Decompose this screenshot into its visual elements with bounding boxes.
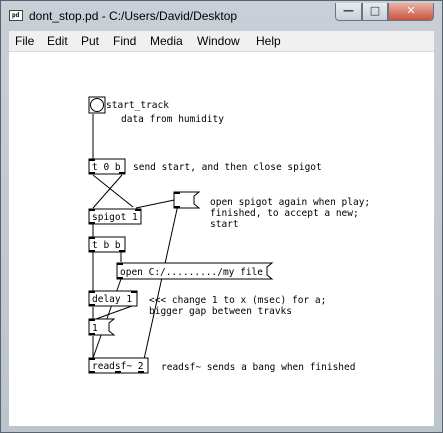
connection xyxy=(92,174,134,208)
inlet xyxy=(131,291,137,293)
comment-delay-2: bigger gap between travks xyxy=(149,306,292,317)
inlet xyxy=(89,237,95,239)
comment-open-spigot-2: finished, to accept a new; xyxy=(210,208,359,219)
comment-open-spigot-3: start xyxy=(210,219,239,230)
comment-humidity: data from humidity xyxy=(121,114,224,125)
bang-label: start_track xyxy=(106,100,169,111)
inlet xyxy=(89,319,95,321)
menu-bar: File Edit Put Find Media Window Help xyxy=(9,31,434,52)
title-bar[interactable]: pd dont_stop.pd - C:/Users/David/Desktop… xyxy=(1,1,442,31)
message-box-reopen[interactable] xyxy=(173,191,201,209)
maximize-button[interactable]: □ xyxy=(362,3,388,21)
object-trigger-0b-text: t 0 b xyxy=(92,162,121,173)
close-button[interactable]: ✕ xyxy=(388,3,434,21)
pd-app-icon: pd xyxy=(9,10,23,21)
window: pd dont_stop.pd - C:/Users/David/Desktop… xyxy=(0,0,443,433)
comment-readsf: readsf~ sends a bang when finished xyxy=(161,362,355,373)
inlet xyxy=(89,358,95,360)
connection xyxy=(95,305,133,320)
comment-send-start: send start, and then close spigot xyxy=(133,162,322,173)
menu-media[interactable]: Media xyxy=(150,34,183,48)
menu-put[interactable]: Put xyxy=(81,34,99,48)
object-trigger-bb-text: t b b xyxy=(92,240,121,251)
inlet xyxy=(117,263,123,265)
patch-canvas[interactable]: start_track data from humidity t 0 b sen… xyxy=(9,52,434,426)
connection xyxy=(140,199,180,374)
minimize-button[interactable]: — xyxy=(335,3,362,21)
connection xyxy=(135,198,180,209)
inlet xyxy=(135,209,141,211)
object-readsf-text: readsf~ 2 xyxy=(92,361,143,372)
outlet xyxy=(174,206,180,208)
menu-edit[interactable]: Edit xyxy=(47,34,68,48)
inlet xyxy=(89,291,95,293)
inlet xyxy=(89,159,95,161)
menu-file[interactable]: File xyxy=(15,34,34,48)
object-spigot-text: spigot 1 xyxy=(92,212,138,223)
bang-gui[interactable] xyxy=(88,96,106,114)
patch-diagram: start_track data from humidity t 0 b sen… xyxy=(88,96,370,374)
connection xyxy=(92,174,123,209)
inlet xyxy=(174,192,180,194)
comment-open-spigot-1: open spigot again when play; xyxy=(210,197,370,208)
menu-help[interactable]: Help xyxy=(256,34,281,48)
menu-find[interactable]: Find xyxy=(113,34,136,48)
menu-window[interactable]: Window xyxy=(197,34,240,48)
message-open-text: open C:/........./my file xyxy=(120,267,263,278)
inlet xyxy=(89,209,95,211)
object-delay-text: delay 1 xyxy=(92,294,132,305)
window-title: dont_stop.pd - C:/Users/David/Desktop xyxy=(29,9,238,23)
comment-delay-1: <<< change 1 to x (msec) for a; xyxy=(149,295,326,306)
message-1-text: 1 xyxy=(92,323,98,334)
